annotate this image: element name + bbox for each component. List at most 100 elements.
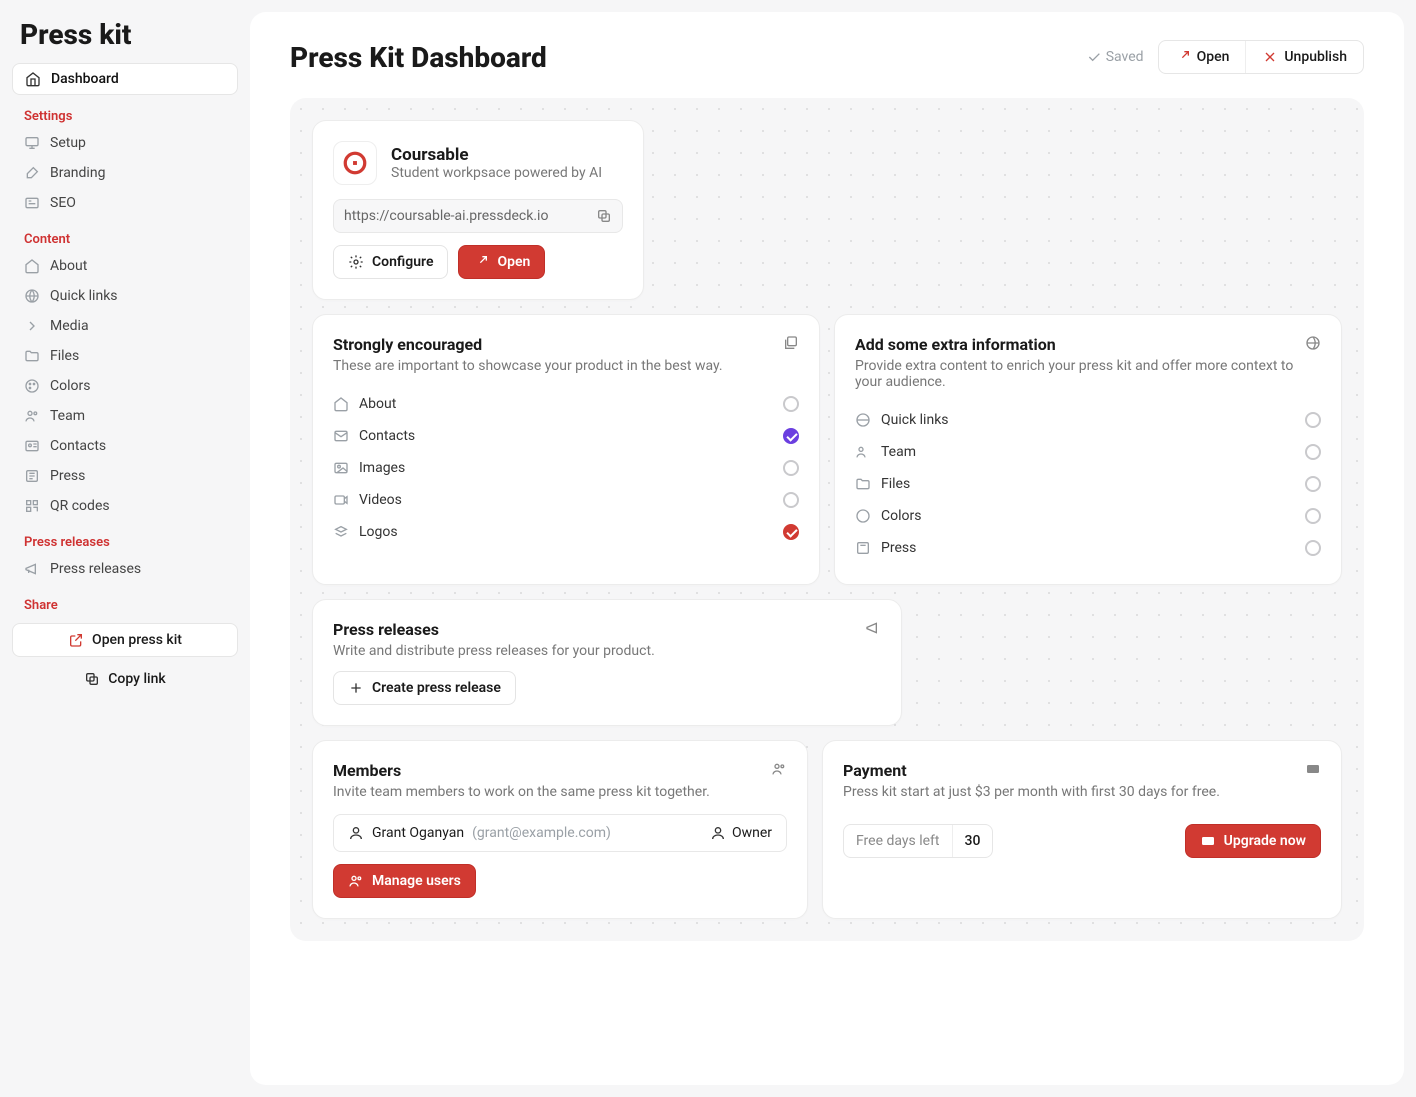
card-title: Payment — [843, 761, 1220, 780]
palette-icon — [855, 508, 871, 524]
configure-button[interactable]: Configure — [333, 245, 448, 279]
sidebar-item-about[interactable]: About — [12, 251, 238, 281]
status-circle-done — [783, 524, 799, 540]
saved-status: Saved — [1086, 49, 1144, 65]
card-subtitle: Invite team members to work on the same … — [333, 784, 710, 800]
todo-item-logos[interactable]: Logos — [333, 516, 799, 548]
free-days-label: Free days left — [844, 825, 952, 857]
gear-icon — [348, 254, 364, 270]
sidebar-item-seo[interactable]: SEO — [12, 188, 238, 218]
globe-icon — [24, 288, 40, 304]
user-icon — [348, 825, 364, 841]
sidebar-item-team[interactable]: Team — [12, 401, 238, 431]
sidebar-item-contacts[interactable]: Contacts — [12, 431, 238, 461]
todo-item-press[interactable]: Press — [855, 532, 1321, 564]
todo-item-quick-links[interactable]: Quick links — [855, 404, 1321, 436]
sidebar-item-label: About — [50, 258, 87, 274]
status-circle — [1305, 476, 1321, 492]
todo-item-about[interactable]: About — [333, 388, 799, 420]
sidebar: Press kit Dashboard Settings Setup Brand… — [0, 0, 250, 1097]
todo-item-files[interactable]: Files — [855, 468, 1321, 500]
home-icon — [333, 396, 349, 412]
todo-item-contacts[interactable]: Contacts — [333, 420, 799, 452]
credit-card-icon — [1305, 761, 1321, 777]
qr-icon — [24, 498, 40, 514]
home-icon — [25, 71, 41, 87]
main-content: Press Kit Dashboard Saved Open Unpublish — [250, 12, 1404, 1085]
free-days-value: 30 — [952, 825, 993, 857]
share-button-label: Open press kit — [92, 632, 182, 648]
sidebar-item-label: Contacts — [50, 438, 106, 454]
card-title: Press releases — [333, 620, 655, 639]
sidebar-item-qr-codes[interactable]: QR codes — [12, 491, 238, 521]
sidebar-item-files[interactable]: Files — [12, 341, 238, 371]
create-press-release-button[interactable]: Create press release — [333, 671, 516, 705]
card-icon — [24, 438, 40, 454]
open-press-kit-button[interactable]: Open press kit — [12, 623, 238, 657]
copy-icon[interactable] — [596, 208, 612, 224]
sidebar-item-label: Colors — [50, 378, 90, 394]
sidebar-item-dashboard[interactable]: Dashboard — [12, 63, 238, 95]
sidebar-item-label: Press — [50, 468, 85, 484]
sidebar-item-setup[interactable]: Setup — [12, 128, 238, 158]
nav-section-share: Share — [12, 584, 238, 617]
press-releases-card: Press releases Write and distribute pres… — [312, 599, 902, 726]
megaphone-icon — [865, 620, 881, 636]
todo-item-videos[interactable]: Videos — [333, 484, 799, 516]
extra-card: Add some extra information Provide extra… — [834, 314, 1342, 585]
user-icon — [710, 825, 726, 841]
stack-icon — [333, 524, 349, 540]
globe-icon — [1305, 335, 1321, 351]
manage-users-button[interactable]: Manage users — [333, 864, 476, 898]
sidebar-item-press[interactable]: Press — [12, 461, 238, 491]
home-icon — [24, 258, 40, 274]
payment-card: Payment Press kit start at just $3 per m… — [822, 740, 1342, 919]
sidebar-item-press-releases[interactable]: Press releases — [12, 554, 238, 584]
todo-item-colors[interactable]: Colors — [855, 500, 1321, 532]
nav-section-content: Content — [12, 218, 238, 251]
video-icon — [333, 492, 349, 508]
chevron-right-icon — [24, 318, 40, 334]
open-product-button[interactable]: Open — [458, 245, 545, 279]
status-circle — [1305, 412, 1321, 428]
members-card: Members Invite team members to work on t… — [312, 740, 808, 919]
status-circle — [1305, 540, 1321, 556]
external-link-icon — [1175, 49, 1191, 65]
sidebar-item-label: Setup — [50, 135, 86, 151]
newspaper-icon — [855, 540, 871, 556]
external-link-icon — [473, 254, 489, 270]
product-url-field[interactable]: https://coursable-ai.pressdeck.io — [333, 199, 623, 233]
product-logo — [333, 141, 377, 185]
status-circle — [783, 396, 799, 412]
todo-item-team[interactable]: Team — [855, 436, 1321, 468]
product-subtitle: Student workpsace powered by AI — [391, 165, 602, 181]
external-link-icon — [68, 632, 84, 648]
member-email: (grant@example.com) — [472, 825, 611, 841]
encouraged-card: Strongly encouraged These are important … — [312, 314, 820, 585]
member-row: Grant Oganyan (grant@example.com) Owner — [333, 814, 787, 852]
card-subtitle: Write and distribute press releases for … — [333, 643, 655, 659]
todo-item-images[interactable]: Images — [333, 452, 799, 484]
unpublish-button[interactable]: Unpublish — [1245, 41, 1363, 73]
copy-link-button[interactable]: Copy link — [12, 663, 238, 695]
sidebar-item-branding[interactable]: Branding — [12, 158, 238, 188]
credit-card-icon — [1200, 833, 1216, 849]
users-icon — [855, 444, 871, 460]
sidebar-item-quick-links[interactable]: Quick links — [12, 281, 238, 311]
sidebar-item-label: Media — [50, 318, 89, 334]
sidebar-item-label: Branding — [50, 165, 105, 181]
sidebar-item-label: Dashboard — [51, 71, 119, 87]
copy-icon — [84, 671, 100, 687]
palette-icon — [24, 378, 40, 394]
upgrade-button[interactable]: Upgrade now — [1185, 824, 1321, 858]
status-circle — [783, 460, 799, 476]
megaphone-icon — [24, 561, 40, 577]
open-button[interactable]: Open — [1159, 41, 1246, 73]
card-title: Members — [333, 761, 710, 780]
globe-icon — [855, 412, 871, 428]
card-title: Add some extra information — [855, 335, 1305, 354]
sidebar-item-media[interactable]: Media — [12, 311, 238, 341]
sidebar-item-label: QR codes — [50, 498, 110, 514]
status-circle — [1305, 444, 1321, 460]
sidebar-item-colors[interactable]: Colors — [12, 371, 238, 401]
